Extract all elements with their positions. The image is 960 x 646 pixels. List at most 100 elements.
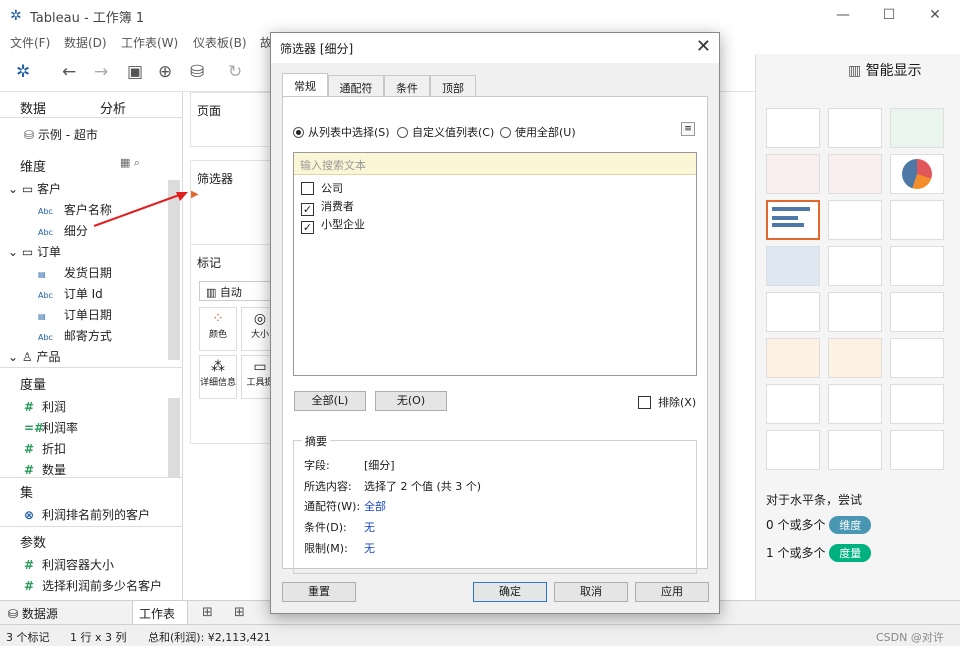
radio-off-icon — [397, 127, 408, 138]
close-icon[interactable]: ✕ — [696, 36, 711, 57]
mark-type-dropdown[interactable]: ▥ 自动 — [199, 281, 281, 301]
wildcard-link[interactable]: 全部 — [364, 498, 386, 514]
menu-worksheet[interactable]: 工作表(W) — [121, 34, 178, 51]
dual-combination-icon[interactable] — [890, 338, 944, 378]
text-table-icon[interactable] — [766, 108, 820, 148]
line-continuous-icon[interactable] — [766, 292, 820, 332]
gantt-icon[interactable] — [766, 430, 820, 470]
tab-condition[interactable]: 条件 — [384, 75, 430, 97]
scatter-plot-icon[interactable] — [766, 384, 820, 424]
showme-tab[interactable]: ▥ 智能显示 — [848, 60, 922, 80]
color-button[interactable]: ⁘ 颜色 — [199, 307, 237, 351]
measure-item[interactable]: # 折扣 — [24, 440, 66, 457]
filters-shelf[interactable]: 筛选器 ▶ — [190, 160, 280, 245]
folder-order[interactable]: ⌄ ▭ 订单 — [8, 243, 61, 260]
radio-use-all[interactable]: 使用全部(U) — [500, 124, 576, 140]
radio-on-icon — [293, 127, 304, 138]
filled-map-icon[interactable] — [828, 154, 882, 194]
symbol-map-icon[interactable] — [766, 154, 820, 194]
search-input[interactable]: 输入搜索文本 — [294, 153, 696, 175]
menu-data[interactable]: 数据(D) — [64, 34, 107, 51]
tab-general[interactable]: 常规 — [282, 73, 328, 97]
dimension-item[interactable]: Abc 订单 Id — [38, 285, 103, 302]
redo-icon[interactable]: → — [94, 62, 108, 82]
side-by-side-circle-icon[interactable] — [890, 246, 944, 286]
showme-icon: ▥ — [848, 63, 866, 79]
tableau-home-icon[interactable]: ✲ — [16, 62, 30, 82]
set-item[interactable]: ⊗ 利润排名前列的客户 — [24, 506, 150, 523]
close-window-button[interactable]: ✕ — [920, 4, 950, 26]
mark-type-value: 自动 — [219, 286, 242, 299]
select-none-button[interactable]: 无(O) — [375, 391, 447, 411]
circle-view-icon[interactable] — [828, 246, 882, 286]
list-item-consumer[interactable]: ✓ 消费者 — [301, 198, 354, 216]
param-item[interactable]: # 选择利润前多少名客户 — [24, 577, 162, 594]
line-discrete-icon[interactable] — [828, 292, 882, 332]
highlight-table-icon[interactable] — [890, 108, 944, 148]
treemap-icon[interactable] — [766, 246, 820, 286]
limit-link[interactable]: 无 — [364, 540, 375, 556]
list-item-company[interactable]: 公司 — [301, 180, 343, 196]
maximize-button[interactable]: ☐ — [874, 4, 904, 26]
cancel-button[interactable]: 取消 — [554, 582, 628, 602]
exclude-checkbox[interactable]: 排除(X) — [638, 394, 696, 410]
packed-bubbles-icon[interactable] — [890, 430, 944, 470]
folder-product[interactable]: ⌄ ♙ 产品 — [8, 348, 60, 365]
new-dashboard-icon[interactable]: ⊞ — [234, 605, 245, 620]
menu-file[interactable]: 文件(F) — [10, 34, 50, 51]
tab-wildcard[interactable]: 通配符 — [328, 75, 384, 97]
refresh-icon[interactable]: ↻ — [228, 62, 242, 82]
bullet-graph-icon[interactable] — [828, 430, 882, 470]
datasource-tab[interactable]: ⛁ 数据源 — [8, 605, 58, 622]
detail-button[interactable]: ⁂ 详细信息 — [199, 355, 237, 399]
side-by-side-bar-icon[interactable] — [890, 200, 944, 240]
stacked-bar-icon[interactable] — [828, 200, 882, 240]
datasource-icon[interactable]: ⛁ — [190, 62, 204, 82]
checkbox-checked-icon: ✓ — [301, 203, 314, 216]
area-continuous-icon[interactable] — [766, 338, 820, 378]
tab-analysis[interactable]: 分析 — [100, 98, 126, 117]
measure-item[interactable]: # 利润 — [24, 398, 66, 415]
pages-label: 页面 — [197, 104, 222, 118]
dimension-item-segment[interactable]: Abc 细分 — [38, 222, 88, 239]
dimension-item[interactable]: Abc 邮寄方式 — [38, 327, 112, 344]
tab-data[interactable]: 数据 — [20, 98, 46, 117]
measure-item[interactable]: # 数量 — [24, 461, 66, 478]
minimize-button[interactable]: — — [828, 4, 858, 26]
list-item-small-business[interactable]: ✓ 小型企业 — [301, 216, 365, 234]
param-item[interactable]: # 利润容器大小 — [24, 556, 114, 573]
measure-item[interactable]: =#利润率 — [24, 419, 78, 436]
radio-label: 自定义值列表(C) — [412, 126, 495, 139]
datasource-item[interactable]: ⛁ 示例 - 超市 — [24, 126, 98, 143]
tab-sheet-1[interactable]: 工作表 1 — [132, 601, 188, 636]
apply-button[interactable]: 应用 — [635, 582, 709, 602]
dimension-item[interactable]: ▤ 发货日期 — [38, 264, 112, 281]
search-icon[interactable]: ▦ ⌕ — [120, 156, 140, 170]
pie-chart-icon[interactable] — [890, 154, 944, 194]
radio-select-from-list[interactable]: 从列表中选择(S) — [293, 124, 390, 140]
reset-button[interactable]: 重置 — [282, 582, 356, 602]
tab-top[interactable]: 顶部 — [430, 75, 476, 97]
new-datasource-icon[interactable]: ⊕ — [158, 62, 172, 82]
ok-button[interactable]: 确定 — [473, 582, 547, 602]
dimension-label: 细分 — [63, 224, 88, 238]
select-all-button[interactable]: 全部(L) — [294, 391, 366, 411]
box-whisker-icon[interactable] — [890, 384, 944, 424]
dimension-item[interactable]: ▤ 订单日期 — [38, 306, 112, 323]
measures-scrollbar[interactable] — [168, 398, 180, 478]
new-sheet-icon[interactable]: ⊞ — [202, 605, 213, 620]
save-icon[interactable]: ▣ — [127, 62, 143, 82]
dual-line-icon[interactable] — [890, 292, 944, 332]
condition-link[interactable]: 无 — [364, 519, 375, 535]
area-discrete-icon[interactable] — [828, 338, 882, 378]
undo-icon[interactable]: ← — [62, 62, 76, 82]
histogram-icon[interactable] — [828, 384, 882, 424]
horizontal-bar-icon[interactable] — [766, 200, 820, 240]
folder-customer[interactable]: ⌄ ▭ 客户 — [8, 180, 61, 197]
showme-hint: 对于水平条，尝试 — [766, 493, 863, 507]
radio-custom-list[interactable]: 自定义值列表(C) — [397, 124, 494, 140]
menu-icon[interactable]: ≡ — [681, 122, 695, 136]
menu-dashboard[interactable]: 仪表板(B) — [193, 34, 247, 51]
heat-map-icon[interactable] — [828, 108, 882, 148]
pages-shelf[interactable]: 页面 — [190, 92, 280, 147]
